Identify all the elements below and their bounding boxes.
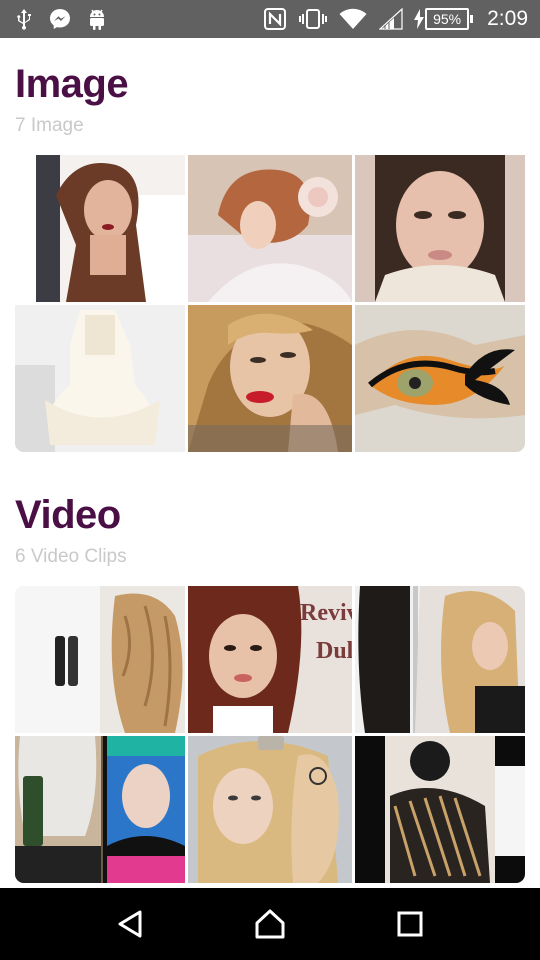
video-thumbnail[interactable] bbox=[188, 736, 352, 883]
video-thumbnail[interactable] bbox=[355, 736, 525, 883]
home-button[interactable] bbox=[250, 904, 290, 944]
image-thumbnail[interactable] bbox=[15, 305, 185, 452]
nfc-icon bbox=[263, 7, 287, 31]
charging-icon bbox=[414, 9, 425, 29]
usb-icon bbox=[14, 8, 34, 30]
image-section-title: Image bbox=[15, 62, 129, 106]
back-icon bbox=[118, 910, 142, 938]
vibrate-icon bbox=[299, 8, 328, 30]
video-section-title: Video bbox=[15, 493, 121, 537]
image-grid bbox=[15, 155, 525, 452]
battery-indicator: 95% bbox=[413, 8, 474, 30]
navigation-bar bbox=[0, 888, 540, 960]
android-icon bbox=[86, 7, 108, 31]
image-thumbnail[interactable] bbox=[36, 155, 185, 302]
video-thumbnail[interactable] bbox=[15, 586, 185, 733]
image-thumbnail[interactable] bbox=[355, 155, 525, 302]
clock: 2:09 bbox=[487, 7, 528, 30]
image-thumbnail[interactable] bbox=[188, 155, 352, 302]
video-overlay-text: Dull bbox=[316, 638, 352, 664]
image-section-subtitle: 7 Image bbox=[15, 115, 84, 136]
home-icon bbox=[255, 909, 285, 939]
status-left bbox=[14, 7, 122, 31]
video-overlay-text: Reviv bbox=[300, 600, 352, 626]
video-thumbnail[interactable] bbox=[355, 586, 525, 733]
video-grid: Reviv Dull bbox=[15, 586, 525, 883]
recents-icon bbox=[397, 911, 423, 937]
video-thumbnail[interactable]: Reviv Dull bbox=[188, 586, 352, 733]
video-section-subtitle: 6 Video Clips bbox=[15, 546, 127, 567]
video-thumbnail[interactable] bbox=[15, 736, 185, 883]
messenger-icon bbox=[48, 7, 72, 31]
signal-icon bbox=[379, 8, 403, 30]
back-button[interactable] bbox=[110, 904, 150, 944]
recents-button[interactable] bbox=[390, 904, 430, 944]
battery-tip bbox=[470, 15, 474, 23]
wifi-icon bbox=[339, 8, 367, 30]
battery-percent: 95% bbox=[425, 8, 470, 30]
status-right: 95% 2:09 bbox=[251, 7, 528, 31]
image-thumbnail[interactable] bbox=[188, 305, 352, 452]
image-thumbnail[interactable] bbox=[355, 305, 525, 452]
status-bar: 95% 2:09 bbox=[0, 0, 540, 38]
